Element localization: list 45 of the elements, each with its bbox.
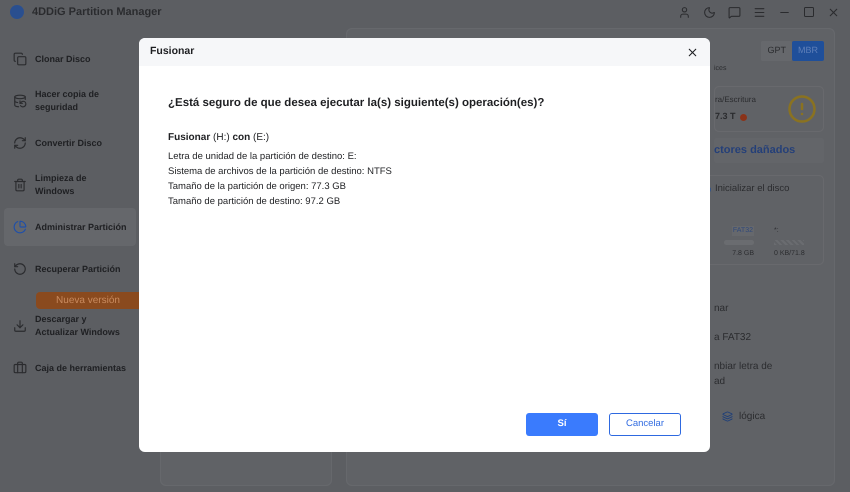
sidebar-item[interactable]: Administrar Partición bbox=[4, 208, 136, 246]
sidebar-item[interactable]: Limpieza de Windows bbox=[4, 166, 136, 204]
trash-icon bbox=[13, 178, 27, 192]
recover-icon bbox=[13, 262, 27, 276]
sidebar-item[interactable]: Descargar y Actualizar Windows bbox=[4, 307, 136, 345]
sidebar-item[interactable]: Convertir Disco bbox=[4, 124, 136, 162]
sidebar-item[interactable]: Recuperar Partición bbox=[4, 250, 136, 288]
menu-icon[interactable] bbox=[753, 6, 766, 18]
partition-action[interactable]: nar bbox=[714, 300, 824, 316]
sidebar-item[interactable]: Clonar Disco bbox=[4, 40, 136, 78]
partition-style-tab[interactable]: MBR bbox=[792, 41, 824, 60]
toolbox-icon bbox=[13, 361, 27, 375]
download-icon bbox=[13, 319, 27, 333]
convert-icon bbox=[13, 136, 27, 150]
dialog-title: Fusionar bbox=[150, 44, 194, 60]
operation-title: Fusionar (H:) con (E:) bbox=[168, 131, 270, 146]
new-version-badge: Nueva versión bbox=[36, 292, 140, 309]
pie-chart-icon bbox=[13, 220, 27, 234]
sidebar-item[interactable]: Hacer copia de seguridad bbox=[4, 82, 136, 120]
partition-style-tab[interactable]: GPT bbox=[761, 41, 792, 60]
moon-icon[interactable] bbox=[703, 6, 716, 18]
close-icon[interactable] bbox=[686, 46, 699, 58]
app-logo-icon bbox=[10, 5, 24, 19]
copy-icon bbox=[13, 52, 27, 66]
cancel-button[interactable]: Cancelar bbox=[609, 413, 681, 436]
health-value: 7.3 T bbox=[715, 110, 736, 124]
account-icon[interactable] bbox=[678, 6, 691, 18]
partition-action[interactable]: a FAT32 bbox=[714, 330, 824, 345]
operation-detail: Tamaño de partición de destino: 97.2 GB bbox=[168, 195, 342, 210]
initialize-disk-button[interactable]: Inicializar el disco bbox=[715, 182, 790, 196]
logical-partition-icon bbox=[722, 410, 733, 422]
partition-action[interactable]: nbiar letra de bbox=[714, 358, 824, 374]
operation-detail: Tamaño de la partición de origen: 77.3 GB bbox=[168, 180, 347, 194]
warning-icon bbox=[787, 94, 817, 124]
operation-detail: Letra de unidad de la partición de destino: E: bbox=[168, 150, 358, 164]
maximize-icon[interactable] bbox=[803, 6, 815, 18]
confirm-question: ¿Está seguro de que desea ejecutar la(s) siguiente(s) operación(es)? bbox=[168, 96, 546, 111]
sidebar-item[interactable]: Caja de herramientas bbox=[4, 349, 136, 387]
operation-detail: Sistema de archivos de la partición de destino: NTFS bbox=[168, 165, 393, 180]
backup-icon bbox=[13, 94, 27, 108]
partition-action[interactable]: lógica bbox=[739, 408, 766, 424]
partition-action[interactable]: ad bbox=[714, 374, 824, 389]
feedback-icon[interactable] bbox=[728, 6, 741, 18]
health-label: ra/Escritura bbox=[715, 94, 756, 106]
confirm-button[interactable]: Sí bbox=[526, 413, 598, 436]
